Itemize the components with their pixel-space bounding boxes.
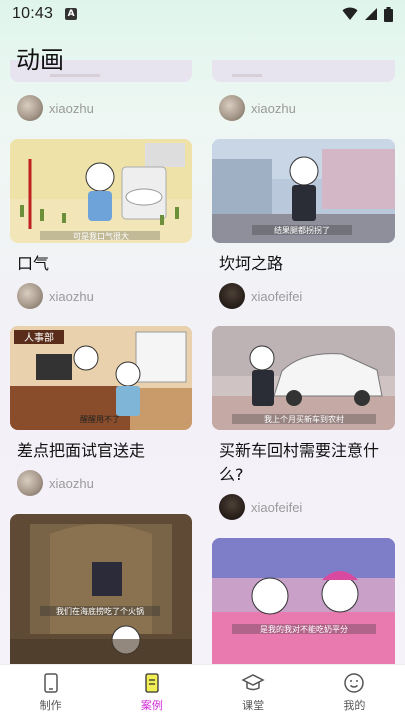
author-name: xiaozhu bbox=[251, 100, 296, 116]
card-title[interactable]: 买新车回村需要注意什么? bbox=[219, 439, 389, 487]
card-thumbnail-mianshi[interactable]: 人事部 醒醒用不了 bbox=[10, 326, 192, 430]
bottom-tab-bar: 制作 案例 课堂 我的 bbox=[0, 664, 405, 720]
phone-icon bbox=[43, 673, 58, 693]
card-thumbnail-kouqi[interactable]: 可是我口气很大 bbox=[10, 139, 192, 243]
tab-mine[interactable]: 我的 bbox=[304, 665, 405, 720]
avatar bbox=[219, 95, 245, 121]
document-icon bbox=[145, 673, 159, 693]
card-author[interactable]: xiaofeifei bbox=[219, 283, 302, 309]
card-title[interactable]: 差点把面试官送走 bbox=[17, 439, 145, 463]
graduation-cap-icon bbox=[241, 674, 265, 691]
avatar bbox=[17, 95, 43, 121]
author-name: xiaofeifei bbox=[251, 499, 303, 515]
card-title[interactable]: 口气 bbox=[17, 252, 49, 276]
tab-label: 课堂 bbox=[242, 699, 265, 712]
card-author[interactable]: xiaofeifei bbox=[219, 494, 302, 520]
author-name: xiaozhu bbox=[49, 288, 94, 304]
thumbnail-caption: 我上个月买新车到农村 bbox=[264, 414, 344, 424]
page-title: 动画 bbox=[16, 46, 64, 74]
card-author[interactable]: xiaozhu bbox=[17, 470, 94, 496]
tab-classroom[interactable]: 课堂 bbox=[203, 665, 304, 720]
card-thumbnail-maixinche[interactable]: 我上个月买新车到农村 bbox=[212, 326, 395, 430]
avatar bbox=[17, 470, 43, 496]
tab-label: 制作 bbox=[39, 699, 62, 712]
thumbnail-caption: 醒醒用不了 bbox=[80, 415, 120, 424]
thumbnail-sign: 人事部 bbox=[24, 331, 54, 344]
card-thumbnail-6[interactable]: 是我的我对不能吃奶平分 bbox=[212, 538, 395, 664]
thumbnail-caption: 结果腿都拐拐了 bbox=[274, 225, 330, 235]
case-feed[interactable]: xiaozhu xiaozhu 可是我口气很大 口气 xiaozhu 结果腿都拐… bbox=[0, 0, 405, 664]
tab-make[interactable]: 制作 bbox=[0, 665, 101, 720]
card-thumbnail-5[interactable]: 我们在海底捞吃了个火锅 bbox=[10, 514, 192, 664]
author-name: xiaozhu bbox=[49, 475, 94, 491]
avatar bbox=[17, 283, 43, 309]
top-card-right-author[interactable]: xiaozhu bbox=[219, 95, 296, 121]
smiley-icon bbox=[344, 673, 365, 693]
thumbnail-caption: 可是我口气很大 bbox=[73, 231, 129, 241]
author-name: xiaofeifei bbox=[251, 288, 303, 304]
avatar bbox=[219, 494, 245, 520]
card-title[interactable]: 坎坷之路 bbox=[219, 252, 283, 276]
card-author[interactable]: xiaozhu bbox=[17, 283, 94, 309]
thumbnail-caption: 是我的我对不能吃奶平分 bbox=[260, 624, 348, 634]
card-thumbnail-kankezhilu[interactable]: 结果腿都拐拐了 bbox=[212, 139, 395, 243]
tab-cases[interactable]: 案例 bbox=[101, 665, 202, 720]
avatar bbox=[219, 283, 245, 309]
thumbnail-caption: 我们在海底捞吃了个火锅 bbox=[56, 606, 144, 616]
top-card-right-thumbnail[interactable] bbox=[212, 60, 395, 82]
tab-label: 案例 bbox=[140, 699, 163, 712]
tab-label: 我的 bbox=[343, 699, 366, 712]
top-card-left-author[interactable]: xiaozhu bbox=[17, 95, 94, 121]
author-name: xiaozhu bbox=[49, 100, 94, 116]
